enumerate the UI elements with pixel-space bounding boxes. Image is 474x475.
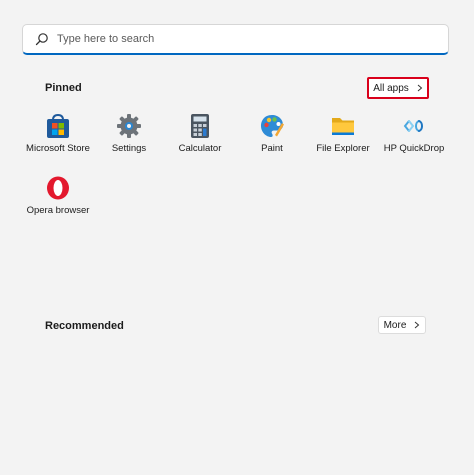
app-label: File Explorer: [316, 143, 370, 154]
chevron-right-icon: [415, 321, 420, 329]
pinned-section-title: Pinned: [45, 82, 82, 94]
recommended-section-title: Recommended: [45, 320, 124, 332]
opera-icon: [47, 176, 69, 200]
pinned-app-opera-browser[interactable]: Opera browser: [22, 175, 94, 216]
folder-icon: [332, 118, 354, 135]
more-button[interactable]: More: [378, 316, 426, 334]
pinned-app-paint[interactable]: Paint: [236, 113, 308, 154]
chevron-right-icon: [417, 84, 423, 92]
settings-gear-icon: [117, 114, 141, 138]
more-label: More: [383, 319, 407, 331]
app-label: HP QuickDrop: [383, 143, 445, 154]
search-input[interactable]: [57, 33, 397, 45]
pinned-app-file-explorer[interactable]: File Explorer: [307, 113, 379, 154]
app-label: Microsoft Store: [26, 143, 90, 154]
pinned-app-calculator[interactable]: Calculator: [164, 113, 236, 154]
hp-quickdrop-icon: [403, 120, 423, 132]
app-label: Paint: [261, 143, 283, 154]
all-apps-button[interactable]: All apps: [367, 77, 429, 99]
pinned-app-hp-quickdrop[interactable]: HP QuickDrop: [378, 113, 450, 154]
microsoft-store-icon: [47, 113, 69, 138]
pinned-app-settings[interactable]: Settings: [93, 113, 165, 154]
app-label: Calculator: [178, 143, 222, 154]
app-label: Opera browser: [26, 205, 90, 216]
app-label: Settings: [111, 143, 147, 154]
all-apps-label: All apps: [373, 82, 409, 94]
paint-palette-icon: [261, 115, 284, 137]
calculator-icon: [191, 114, 209, 138]
search-icon: [35, 33, 48, 46]
pinned-app-microsoft-store[interactable]: Microsoft Store: [22, 113, 94, 154]
search-box[interactable]: [22, 24, 449, 55]
